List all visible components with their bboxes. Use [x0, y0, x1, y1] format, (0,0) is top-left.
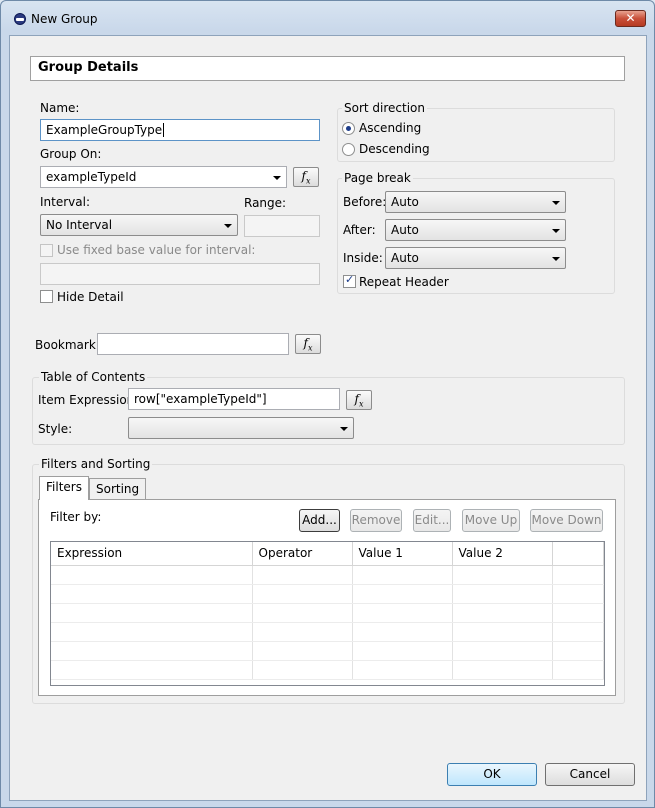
interval-combo[interactable]: No Interval	[40, 214, 238, 236]
eclipse-app-icon	[14, 13, 26, 25]
tab-filters[interactable]: Filters	[39, 476, 89, 500]
sort-direction-title: Sort direction	[342, 101, 427, 115]
item-expression-label: Item Expression:	[38, 393, 139, 407]
table-row[interactable]	[51, 565, 604, 585]
table-row[interactable]	[51, 641, 604, 661]
inside-label: Inside:	[343, 251, 383, 265]
group-on-combo[interactable]: exampleTypeId	[40, 166, 287, 188]
repeat-header-label: Repeat Header	[359, 275, 449, 289]
toc-title: Table of Contents	[39, 370, 148, 384]
name-input-value: ExampleGroupType	[46, 123, 163, 137]
after-combo[interactable]: Auto	[385, 219, 566, 241]
move-down-button[interactable]: Move Down	[530, 509, 603, 532]
after-label: After:	[343, 223, 376, 237]
repeat-header-checkbox[interactable]	[343, 273, 356, 288]
group-on-label: Group On:	[40, 147, 102, 161]
ascending-radio[interactable]	[342, 122, 355, 135]
title-bar: New Group ✕	[1, 1, 654, 35]
group-on-value: exampleTypeId	[46, 170, 137, 184]
chevron-down-icon	[273, 176, 281, 180]
descending-label: Descending	[359, 142, 430, 156]
inside-combo[interactable]: Auto	[385, 247, 566, 269]
hide-detail-label: Hide Detail	[57, 290, 124, 304]
tab-sorting[interactable]: Sorting	[89, 478, 147, 500]
group-on-expression-button[interactable]: fx	[293, 167, 319, 187]
chevron-down-icon	[552, 257, 560, 261]
edit-filter-button[interactable]: Edit...	[413, 509, 451, 532]
interval-value: No Interval	[46, 218, 113, 232]
column-header-value1[interactable]: Value 1	[352, 542, 453, 566]
table-row[interactable]	[51, 584, 604, 604]
remove-filter-button[interactable]: Remove	[350, 509, 402, 532]
descending-radio[interactable]	[342, 143, 355, 156]
fixed-base-label: Use fixed base value for interval:	[57, 243, 256, 257]
chevron-down-icon	[552, 201, 560, 205]
style-label: Style:	[38, 422, 73, 436]
fx-icon: fx	[301, 169, 311, 186]
column-header-extra	[552, 542, 604, 566]
close-button[interactable]: ✕	[615, 10, 646, 27]
hide-detail-checkbox[interactable]	[40, 290, 53, 303]
section-header-title: Group Details	[38, 60, 139, 75]
table-row[interactable]	[51, 622, 604, 642]
before-label: Before:	[343, 195, 387, 209]
item-expression-input[interactable]: row["exampleTypeId"]	[128, 388, 340, 410]
filters-grid: Expression Operator Value 1 Value 2	[51, 542, 604, 680]
item-expression-button[interactable]: fx	[346, 390, 372, 410]
chevron-down-icon	[340, 427, 348, 431]
fx-icon: fx	[303, 336, 313, 353]
after-value: Auto	[391, 223, 419, 237]
column-header-expression[interactable]: Expression	[51, 542, 253, 566]
before-value: Auto	[391, 195, 419, 209]
chevron-down-icon	[552, 229, 560, 233]
fixed-base-input[interactable]	[40, 263, 320, 285]
cancel-button[interactable]: Cancel	[545, 763, 635, 786]
inside-value: Auto	[391, 251, 419, 265]
fixed-base-checkbox[interactable]	[40, 244, 53, 257]
ok-button[interactable]: OK	[447, 763, 537, 786]
add-filter-button[interactable]: Add...	[299, 509, 340, 532]
interval-label: Interval:	[40, 195, 90, 209]
column-header-value2[interactable]: Value 2	[452, 542, 553, 566]
range-label: Range:	[244, 196, 287, 210]
column-header-operator[interactable]: Operator	[252, 542, 353, 566]
table-header-row: Expression Operator Value 1 Value 2	[51, 542, 604, 566]
before-combo[interactable]: Auto	[385, 191, 566, 213]
bookmark-input[interactable]	[97, 333, 289, 355]
page-break-title: Page break	[342, 171, 413, 185]
filters-sorting-title: Filters and Sorting	[39, 457, 153, 471]
chevron-down-icon	[224, 224, 232, 228]
window-title: New Group	[31, 12, 98, 26]
name-input[interactable]: ExampleGroupType	[40, 119, 320, 141]
filter-by-label: Filter by:	[50, 510, 102, 524]
fx-icon: fx	[354, 392, 364, 409]
section-header: Group Details	[30, 56, 625, 81]
name-label: Name:	[40, 101, 80, 115]
filters-table[interactable]: Expression Operator Value 1 Value 2	[50, 541, 605, 686]
bookmark-label: Bookmark:	[35, 338, 100, 352]
style-combo[interactable]	[128, 417, 354, 439]
move-up-button[interactable]: Move Up	[462, 509, 520, 532]
range-input[interactable]	[244, 215, 320, 237]
ascending-label: Ascending	[359, 121, 422, 135]
table-row[interactable]	[51, 660, 604, 680]
table-row[interactable]	[51, 603, 604, 623]
bookmark-expression-button[interactable]: fx	[295, 334, 321, 354]
